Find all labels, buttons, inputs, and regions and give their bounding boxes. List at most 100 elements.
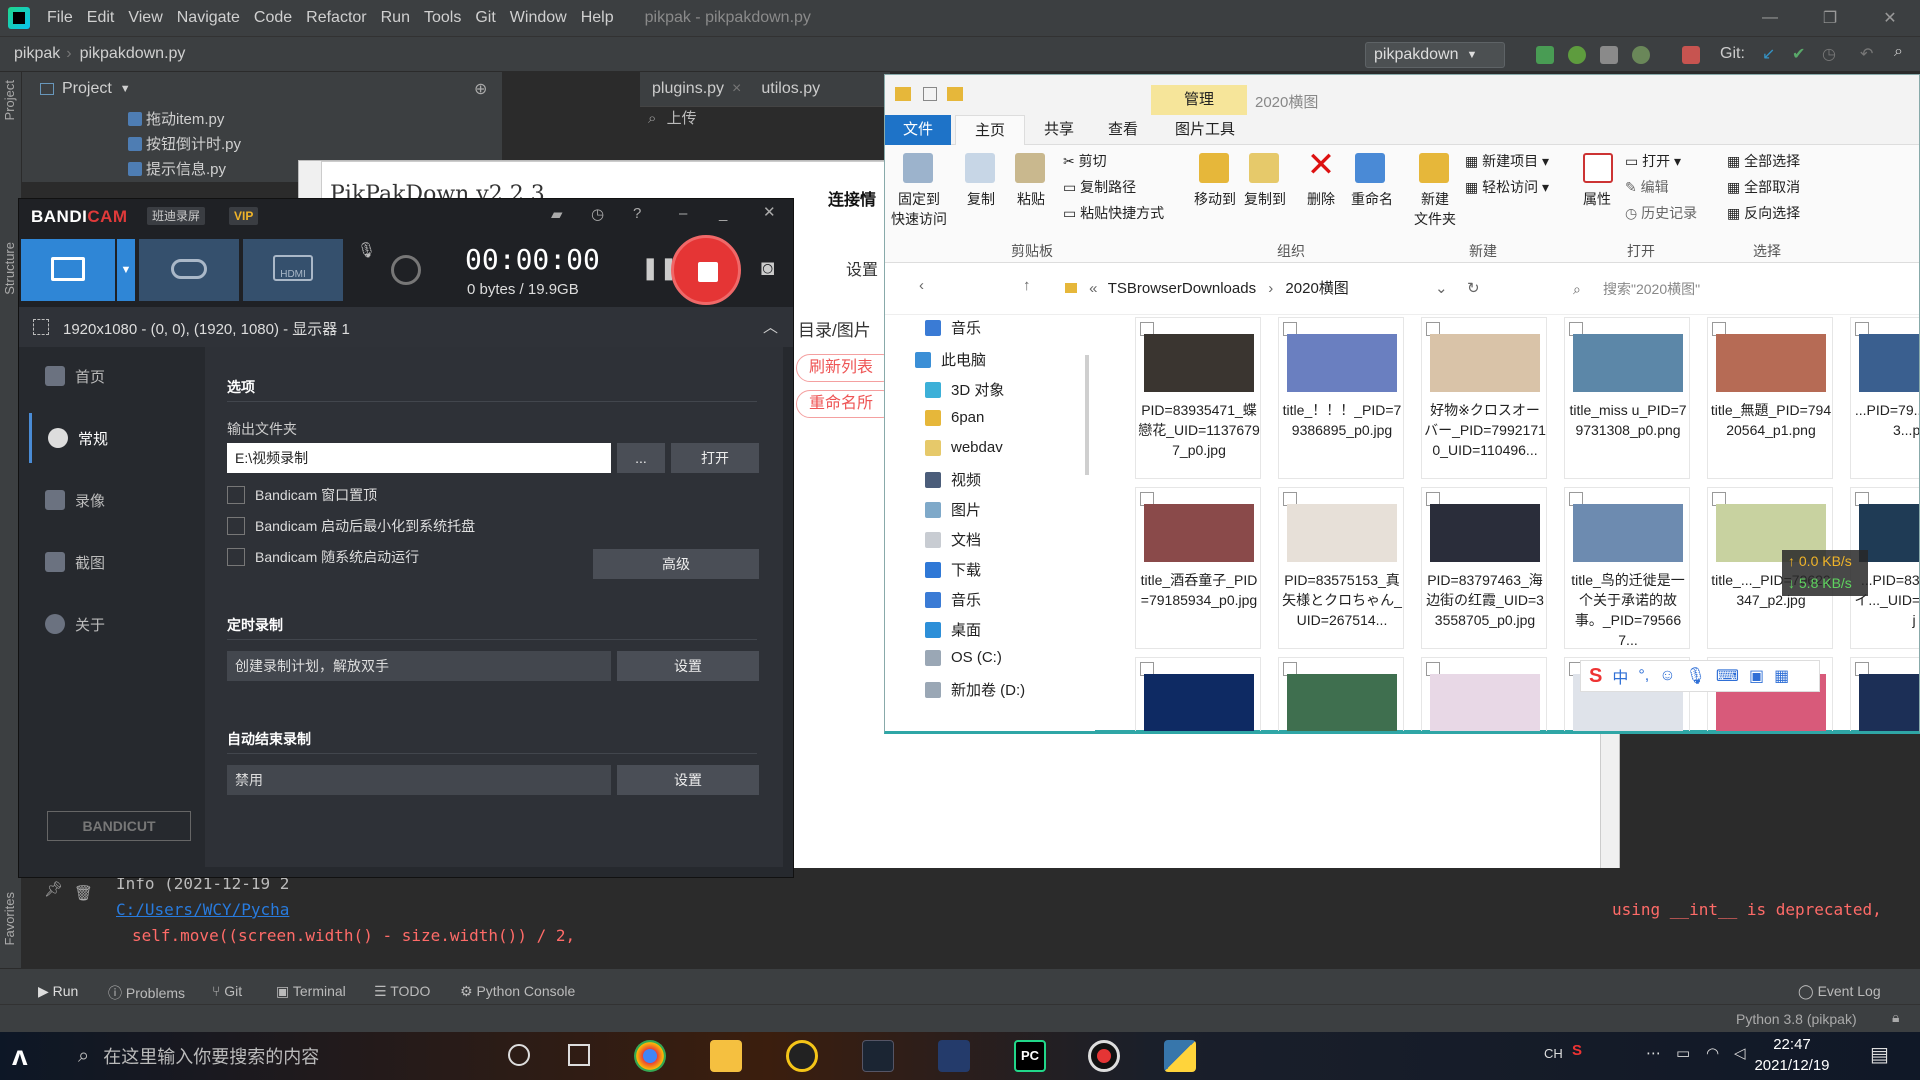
select-all-button[interactable]: ▦ 全部选择 bbox=[1727, 151, 1800, 171]
menu-navigate[interactable]: Navigate bbox=[170, 9, 247, 27]
breadcrumb-file[interactable]: pikpakdown.py bbox=[72, 45, 192, 63]
menu-run[interactable]: Run bbox=[374, 9, 417, 27]
debug-icon[interactable] bbox=[1568, 46, 1586, 64]
nav-item-videos[interactable]: 视频 bbox=[925, 469, 981, 490]
advanced-button[interactable]: 高级 bbox=[593, 549, 759, 579]
emoji-icon[interactable]: ☺ bbox=[1659, 667, 1675, 685]
tab-manage[interactable]: 管理 bbox=[1151, 85, 1247, 115]
camera-icon[interactable]: ◙ bbox=[761, 255, 774, 281]
move-to-button[interactable]: 移动到 bbox=[1189, 189, 1241, 209]
file-thumbnail[interactable]: 好物※クロスオーバー_PID=79921710_UID=110496... bbox=[1421, 317, 1547, 479]
run-config-select[interactable]: pikpakdown ▼ bbox=[1365, 42, 1505, 68]
webcam-icon[interactable] bbox=[391, 255, 421, 285]
apps-icon[interactable]: ▦ bbox=[1774, 666, 1789, 686]
menu-refactor[interactable]: Refactor bbox=[299, 9, 373, 27]
rename-button[interactable]: 重命名 bbox=[1347, 189, 1397, 209]
nav-scrollbar[interactable] bbox=[1085, 355, 1089, 475]
menu-tools[interactable]: Tools bbox=[417, 9, 468, 27]
ime-mode[interactable]: 中 bbox=[1612, 664, 1628, 688]
properties-qa-icon[interactable] bbox=[923, 87, 937, 101]
search-input[interactable]: 上传 bbox=[667, 110, 697, 127]
tray-language[interactable]: CH bbox=[1544, 1046, 1563, 1061]
minimize-tray-checkbox[interactable]: Bandicam 启动后最小化到系统托盘 bbox=[227, 516, 475, 536]
file-explorer-icon[interactable] bbox=[710, 1040, 742, 1072]
search-icon[interactable]: ⌕ bbox=[1894, 43, 1903, 61]
browse-button[interactable]: ... bbox=[617, 443, 665, 473]
task-view-icon[interactable] bbox=[568, 1044, 590, 1066]
nav-item-webdav[interactable]: webdav bbox=[925, 439, 1003, 456]
clock-icon[interactable]: ◷ bbox=[591, 205, 604, 223]
tree-item[interactable]: 提示信息.py bbox=[128, 158, 226, 179]
path-segment[interactable]: TSBrowserDownloads bbox=[1108, 280, 1256, 297]
bandicam-taskbar-icon[interactable] bbox=[1088, 1040, 1120, 1072]
event-log-button[interactable]: ◯ Event Log bbox=[1798, 983, 1881, 1000]
open-folder-button[interactable]: 打开 bbox=[671, 443, 759, 473]
collapse-icon[interactable]: ︿ bbox=[763, 316, 778, 337]
chevron-down-icon[interactable]: ⌄ bbox=[1435, 275, 1448, 303]
wifi-icon[interactable]: ◠ bbox=[1706, 1044, 1719, 1062]
copy-button[interactable]: 复制 bbox=[963, 189, 999, 209]
close-icon[interactable]: ✕ bbox=[763, 203, 776, 221]
nav-video[interactable]: 录像 bbox=[29, 475, 201, 525]
nav-item-downloads[interactable]: 下载 bbox=[925, 559, 981, 580]
nav-home[interactable]: 首页 bbox=[29, 351, 201, 401]
pin-quick-access-button[interactable]: 固定到 快速访问 bbox=[889, 189, 949, 229]
close-icon[interactable]: × bbox=[732, 80, 741, 98]
record-stop-button[interactable] bbox=[671, 235, 741, 305]
file-thumbnail[interactable]: PID=83575153_真矢様とクロちゃん_UID=267514... bbox=[1278, 487, 1404, 649]
nav-item-drive-c[interactable]: OS (C:) bbox=[925, 649, 1002, 666]
terminal-icon[interactable] bbox=[862, 1040, 894, 1072]
nav-general[interactable]: 常规 bbox=[29, 413, 201, 463]
nav-item-pictures[interactable]: 图片 bbox=[925, 499, 981, 520]
file-thumbnail[interactable]: ...PID=79..._UID=33...p0.j bbox=[1850, 317, 1919, 479]
invert-selection-button[interactable]: ▦ 反向选择 bbox=[1727, 203, 1800, 223]
delete-button[interactable]: 删除 bbox=[1303, 189, 1339, 209]
start-button[interactable]: ʌ bbox=[12, 1040, 28, 1072]
nav-item-music-2[interactable]: 音乐 bbox=[925, 589, 981, 610]
capture-region-bar[interactable]: 1920x1080 - (0, 0), (1920, 1080) - 显示器 1… bbox=[19, 307, 793, 347]
pin-icon[interactable]: 📌︎ bbox=[44, 880, 63, 898]
file-thumbnail[interactable]: title_酒呑童子_PID=79185934_p0.jpg bbox=[1135, 487, 1261, 649]
python-icon[interactable] bbox=[1164, 1040, 1196, 1072]
qq-icon[interactable] bbox=[786, 1040, 818, 1072]
structure-tool-tab[interactable]: Structure bbox=[2, 242, 17, 295]
minimize-button[interactable]: — bbox=[1740, 0, 1800, 36]
nav-about[interactable]: 关于 bbox=[29, 599, 201, 649]
nav-item-this-pc[interactable]: 此电脑 bbox=[915, 349, 986, 370]
new-item-button[interactable]: ▦ 新建项目 ▾ bbox=[1465, 151, 1549, 171]
file-thumbnail[interactable]: PID=83935471_蝶戀花_UID=11376797_p0.jpg bbox=[1135, 317, 1261, 479]
mic-icon[interactable]: 🎙︎ bbox=[357, 241, 376, 259]
nav-item-music[interactable]: 音乐 bbox=[925, 317, 981, 338]
back-icon[interactable]: ‹ bbox=[919, 277, 924, 294]
breadcrumb-project[interactable]: pikpak bbox=[0, 45, 66, 63]
help-icon[interactable]: ? bbox=[633, 205, 641, 222]
nav-item-drive-d[interactable]: 新加卷 (D:) bbox=[925, 679, 1025, 700]
device-mode-button[interactable]: HDMI bbox=[243, 239, 343, 301]
file-thumbnail[interactable] bbox=[1850, 657, 1919, 731]
file-thumbnail[interactable] bbox=[1135, 657, 1261, 731]
rollback-icon[interactable]: ↶ bbox=[1860, 44, 1873, 64]
edit-button[interactable]: ✎ 编辑 bbox=[1625, 177, 1669, 197]
new-folder-button[interactable]: 新建 文件夹 bbox=[1407, 189, 1463, 229]
folder-icon[interactable]: ▰ bbox=[551, 205, 563, 223]
tab-picture-tools[interactable]: 图片工具 bbox=[1155, 115, 1255, 145]
cut-button[interactable]: ✂ 剪切 bbox=[1063, 151, 1107, 171]
rerun-icon[interactable] bbox=[1536, 46, 1554, 64]
skin-icon[interactable]: ▣ bbox=[1749, 666, 1764, 686]
git-commit-icon[interactable]: ✔ bbox=[1792, 44, 1805, 64]
address-bar[interactable]: « TSBrowserDownloads › 2020横图 ⌄ ↻ bbox=[1065, 275, 1595, 303]
voice-icon[interactable]: 🎙︎ bbox=[1686, 666, 1706, 686]
properties-button[interactable]: 属性 bbox=[1579, 189, 1615, 209]
nav-item-3d[interactable]: 3D 对象 bbox=[925, 379, 1004, 400]
tree-item[interactable]: 拖动item.py bbox=[128, 108, 224, 129]
tab-git[interactable]: ⑂ Git bbox=[212, 983, 242, 999]
keyboard-icon[interactable]: ⌨ bbox=[1716, 666, 1739, 686]
pikpak-settings-button[interactable]: 设置 bbox=[846, 256, 878, 280]
tab-run[interactable]: ▶ Run bbox=[38, 983, 78, 1000]
trash-icon[interactable]: 🗑︎ bbox=[74, 884, 93, 902]
menu-git[interactable]: Git bbox=[468, 9, 502, 27]
menu-help[interactable]: Help bbox=[574, 9, 621, 27]
taskbar-search[interactable]: ⌕ 在这里输入你要搜索的内容 bbox=[66, 1032, 486, 1080]
project-tool-tab[interactable]: Project bbox=[2, 80, 17, 120]
minimize-icon[interactable]: – bbox=[679, 205, 687, 222]
